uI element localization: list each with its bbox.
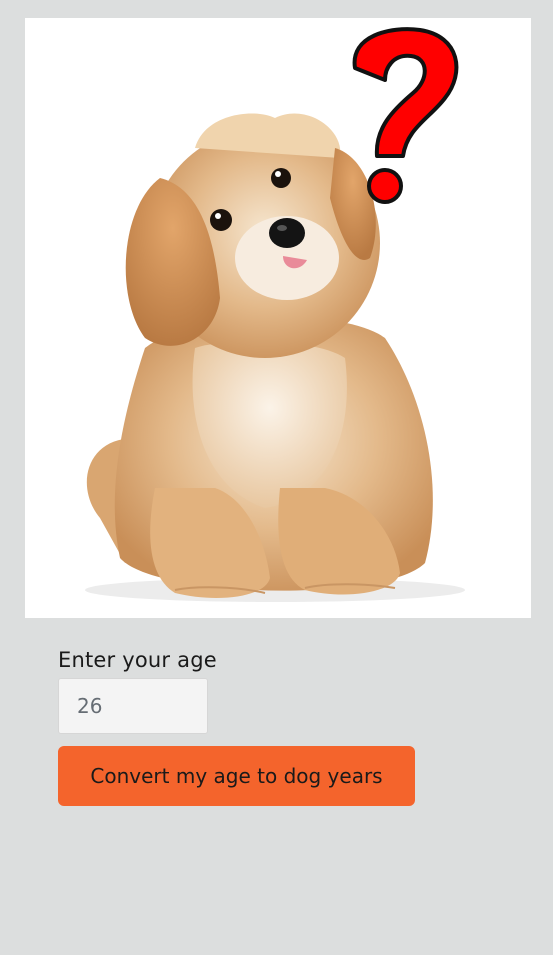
question-mark-icon — [352, 27, 459, 204]
age-input[interactable] — [58, 678, 208, 734]
convert-button[interactable]: Convert my age to dog years — [58, 746, 415, 806]
age-form: Enter your age Convert my age to dog yea… — [58, 646, 498, 806]
age-label: Enter your age — [58, 648, 217, 672]
puppy-question-illustration — [85, 27, 465, 602]
page: Enter your age Convert my age to dog yea… — [0, 0, 553, 955]
hero-image — [25, 18, 531, 618]
